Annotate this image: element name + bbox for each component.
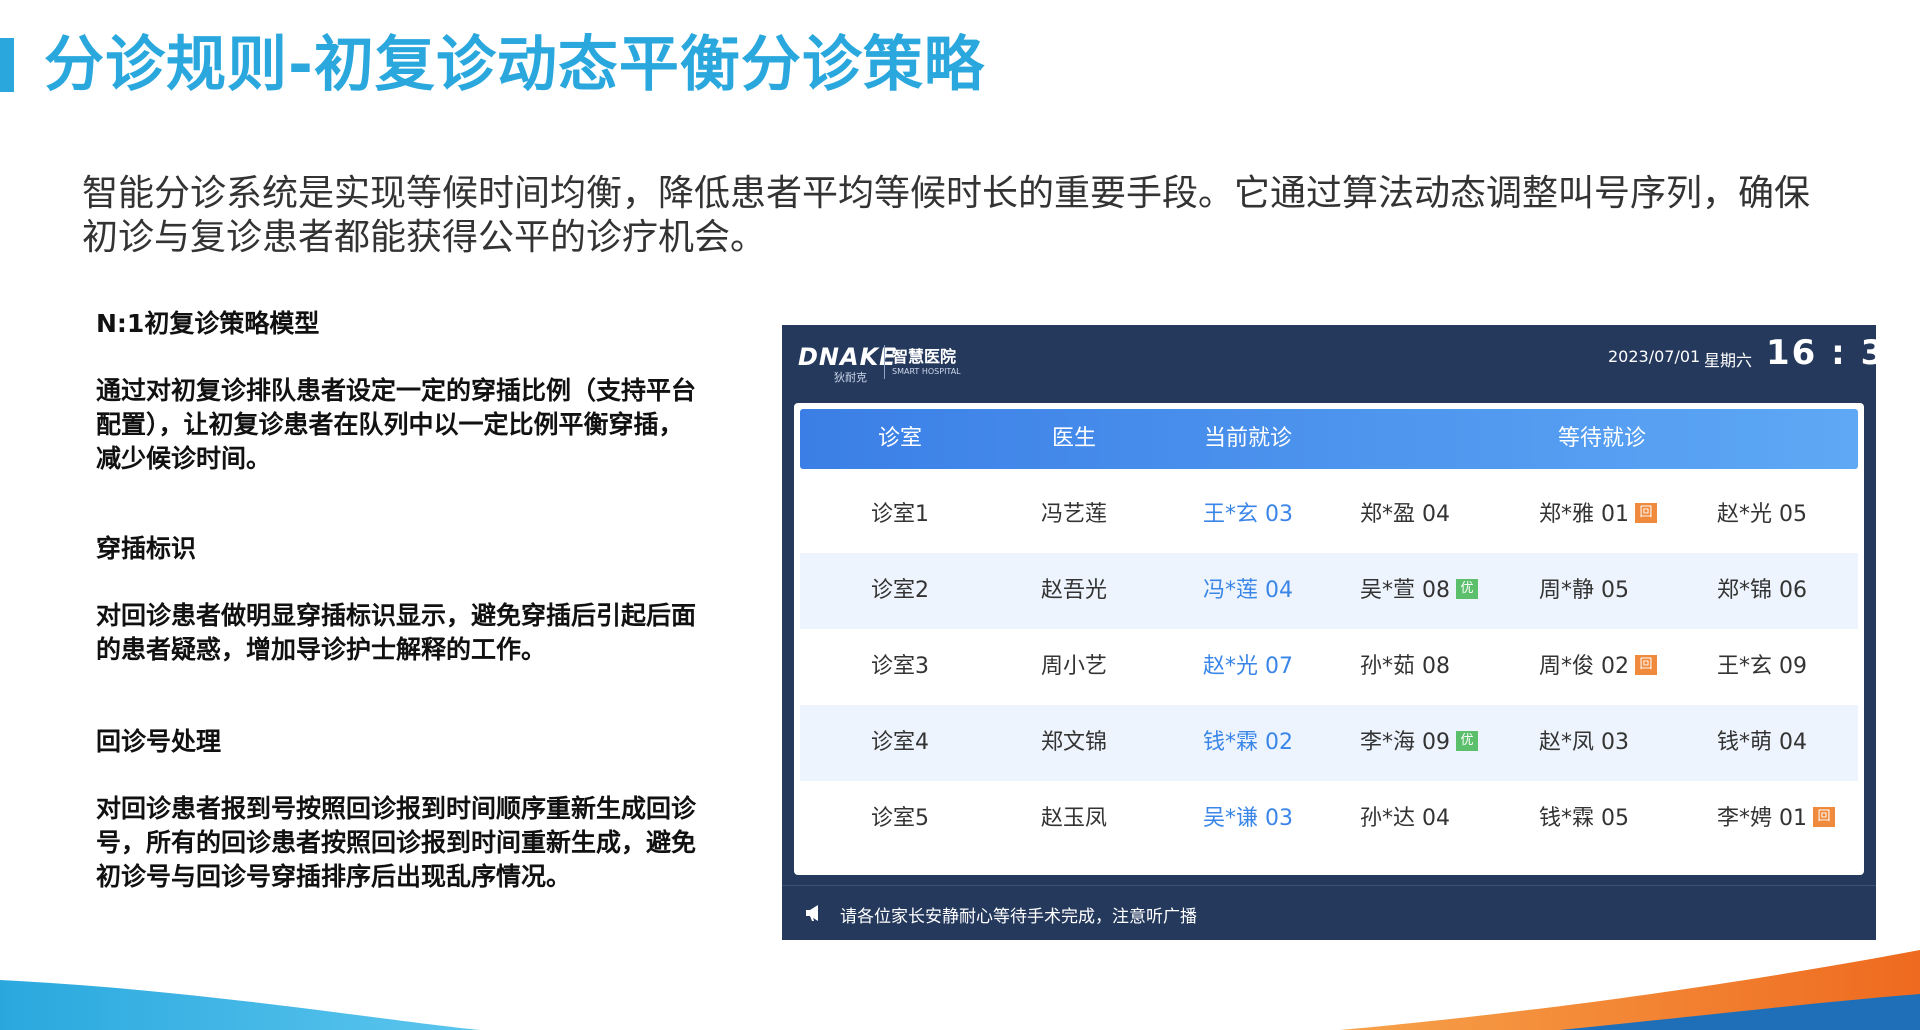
header-doctor: 医生 <box>1051 426 1096 451</box>
section-strategy-model: N:1初复诊策略模型 通过对初复诊排队患者设定一定的穿插比例（支持平台配置），让… <box>96 306 696 476</box>
patient-name: 钱*霖 05 <box>1539 806 1629 831</box>
patient-name: 郑*盈 04 <box>1360 502 1450 527</box>
header-waiting: 等待就诊 <box>1557 426 1646 451</box>
megaphone-icon <box>806 905 818 921</box>
waiting-patient-cell: 吴*萱 08 优 <box>1360 553 1478 629</box>
hospital-name: 智慧医院 <box>892 347 957 366</box>
table-row: 诊室5 赵玉凤 吴*谦 03 孙*达 04 钱*霖 05 李*娉 01 回 <box>800 781 1858 857</box>
room-cell: 诊室1 <box>871 502 929 527</box>
waiting-patient-cell: 周*俊 02 回 <box>1539 629 1657 705</box>
date-display: 2023/07/01 <box>1608 347 1701 366</box>
hospital-name-en: SMART HOSPITAL <box>892 367 961 376</box>
queue-board: 诊室 医生 当前就诊 等待就诊 诊室1 冯艺莲 王*玄 03 郑*盈 04 郑*… <box>794 403 1864 875</box>
section-interleave-mark: 穿插标识 对回诊患者做明显穿插标识显示，避免穿插后引起后面的患者疑惑，增加导诊护… <box>96 531 696 667</box>
priority-tag: 优 <box>1456 579 1478 599</box>
return-visit-tag: 回 <box>1635 503 1657 523</box>
patient-name: 周*静 05 <box>1539 578 1629 603</box>
waiting-patient-cell: 郑*雅 01 回 <box>1539 477 1657 553</box>
header-current: 当前就诊 <box>1203 426 1292 451</box>
waiting-patient-cell: 孙*茹 08 <box>1360 629 1450 705</box>
logo-text: DNAKE <box>798 343 897 371</box>
doctor-cell: 周小艺 <box>1040 654 1107 679</box>
waiting-patient-cell: 郑*锦 06 <box>1717 553 1807 629</box>
intro-paragraph: 智能分诊系统是实现等候时间均衡，降低患者平均等候时长的重要手段。它通过算法动态调… <box>82 173 1811 258</box>
patient-name: 孙*茹 08 <box>1360 654 1450 679</box>
patient-name: 郑*锦 06 <box>1717 578 1807 603</box>
table-row: 诊室1 冯艺莲 王*玄 03 郑*盈 04 郑*雅 01 回 赵*光 05 <box>800 477 1858 553</box>
current-patient-cell: 吴*谦 03 <box>1203 806 1293 831</box>
waiting-patient-cell: 赵*光 05 <box>1717 477 1807 553</box>
patient-name: 吴*萱 08 <box>1360 578 1450 603</box>
patient-name: 周*俊 02 <box>1539 654 1629 679</box>
doctor-cell: 郑文锦 <box>1040 730 1107 755</box>
clock-display: 16 : 33 <box>1766 333 1912 373</box>
header-room: 诊室 <box>877 426 922 451</box>
section-title: 回诊号处理 <box>96 727 222 756</box>
waiting-patient-cell: 钱*霖 05 <box>1539 781 1629 857</box>
patient-name: 李*海 09 <box>1360 730 1450 755</box>
notice-text: 请各位家长安静耐心等待手术完成，注意听广播 <box>840 907 1197 927</box>
page-title: 分诊规则-初复诊动态平衡分诊策略 <box>44 30 985 100</box>
waiting-patient-cell: 钱*萌 04 <box>1717 705 1807 781</box>
current-patient-cell: 赵*光 07 <box>1203 654 1293 679</box>
decorative-wave <box>0 950 1920 1030</box>
weekday-display: 星期六 <box>1704 351 1753 370</box>
doctor-cell: 赵吾光 <box>1040 578 1107 603</box>
patient-name: 赵*光 05 <box>1717 502 1807 527</box>
logo-divider <box>884 345 885 379</box>
doctor-cell: 冯艺莲 <box>1040 502 1107 527</box>
section-body: 通过对初复诊排队患者设定一定的穿插比例（支持平台配置），让初复诊患者在队列中以一… <box>96 376 697 473</box>
table-row: 诊室3 周小艺 赵*光 07 孙*茹 08 周*俊 02 回 王*玄 09 <box>800 629 1858 705</box>
broadcast-notice-bar: 请各位家长安静耐心等待手术完成，注意听广播 <box>782 885 1876 941</box>
section-title: 穿插标识 <box>96 534 197 563</box>
room-cell: 诊室4 <box>871 730 929 755</box>
title-accent-bar <box>0 38 14 92</box>
logo-subtext: 狄耐克 <box>834 371 867 384</box>
return-visit-tag: 回 <box>1813 807 1835 827</box>
waiting-patient-cell: 孙*达 04 <box>1360 781 1450 857</box>
queue-table-header: 诊室 医生 当前就诊 等待就诊 <box>800 409 1858 469</box>
doctor-cell: 赵玉凤 <box>1040 806 1107 831</box>
room-cell: 诊室3 <box>871 654 929 679</box>
waiting-patient-cell: 李*娉 01 回 <box>1717 781 1835 857</box>
room-cell: 诊室2 <box>871 578 929 603</box>
waiting-patient-cell: 赵*凤 03 <box>1539 705 1629 781</box>
current-patient-cell: 王*玄 03 <box>1203 502 1293 527</box>
table-row: 诊室2 赵吾光 冯*莲 04 吴*萱 08 优 周*静 05 郑*锦 06 <box>800 553 1858 629</box>
room-cell: 诊室5 <box>871 806 929 831</box>
patient-name: 王*玄 09 <box>1717 654 1807 679</box>
section-return-number: 回诊号处理 对回诊患者报到号按照回诊报到时间顺序重新生成回诊号，所有的回诊患者按… <box>96 724 696 894</box>
current-patient-cell: 钱*霖 02 <box>1203 730 1293 755</box>
table-row: 诊室4 郑文锦 钱*霖 02 李*海 09 优 赵*凤 03 钱*萌 04 <box>800 705 1858 781</box>
section-body: 对回诊患者报到号按照回诊报到时间顺序重新生成回诊号，所有的回诊患者按照回诊报到时… <box>96 794 697 891</box>
current-patient-cell: 冯*莲 04 <box>1203 578 1293 603</box>
waiting-patient-cell: 李*海 09 优 <box>1360 705 1478 781</box>
patient-name: 郑*雅 01 <box>1539 502 1629 527</box>
return-visit-tag: 回 <box>1635 655 1657 675</box>
patient-name: 赵*凤 03 <box>1539 730 1629 755</box>
priority-tag: 优 <box>1456 731 1478 751</box>
waiting-patient-cell: 郑*盈 04 <box>1360 477 1450 553</box>
section-body: 对回诊患者做明显穿插标识显示，避免穿插后引起后面的患者疑惑，增加导诊护士解释的工… <box>96 601 697 664</box>
patient-name: 钱*萌 04 <box>1717 730 1807 755</box>
patient-name: 李*娉 01 <box>1717 806 1807 831</box>
section-title: N:1初复诊策略模型 <box>96 309 320 338</box>
waiting-patient-cell: 王*玄 09 <box>1717 629 1807 705</box>
patient-name: 孙*达 04 <box>1360 806 1450 831</box>
waiting-patient-cell: 周*静 05 <box>1539 553 1629 629</box>
queue-display-screen: DNAKE 狄耐克 智慧医院 SMART HOSPITAL 2023/07/01… <box>782 325 1910 941</box>
